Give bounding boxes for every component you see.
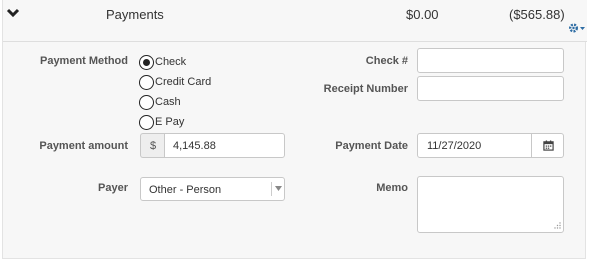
resize-grip-icon[interactable] <box>553 222 561 230</box>
header-amount: $0.00 <box>406 7 439 22</box>
radio-cash[interactable]: Cash <box>139 94 181 110</box>
radio-check[interactable]: Check <box>139 54 186 70</box>
payment-date-label: Payment Date <box>335 140 408 152</box>
payments-panel: Payments $0.00 ($565.88) Payment Method … <box>2 0 587 259</box>
select-divider <box>271 182 272 196</box>
receipt-number-label: Receipt Number <box>323 83 408 95</box>
radio-credit-card-button[interactable] <box>139 74 154 90</box>
chevron-down-icon[interactable] <box>6 8 20 18</box>
calendar-icon <box>543 140 554 151</box>
radio-e-pay-button[interactable] <box>139 114 154 130</box>
memo-textarea[interactable] <box>417 176 564 233</box>
payment-amount-value: 4,145.88 <box>173 140 216 152</box>
calendar-button[interactable] <box>531 133 564 158</box>
check-number-input[interactable] <box>417 48 564 73</box>
radio-e-pay[interactable]: E Pay <box>139 114 184 130</box>
section-title: Payments <box>106 7 164 22</box>
receipt-number-input[interactable] <box>417 76 564 101</box>
payer-select[interactable]: Other - Person <box>140 177 285 201</box>
radio-cash-label: Cash <box>155 96 181 108</box>
payment-amount-input[interactable]: 4,145.88 <box>164 133 285 158</box>
payment-method-label: Payment Method <box>39 55 128 67</box>
radio-credit-card[interactable]: Credit Card <box>139 74 211 90</box>
payment-date-value: 11/27/2020 <box>427 140 482 152</box>
radio-check-button[interactable] <box>139 54 154 70</box>
gear-icon[interactable] <box>568 22 586 34</box>
check-number-label: Check # <box>365 55 408 67</box>
radio-e-pay-label: E Pay <box>155 116 185 128</box>
payer-selected-value: Other - Person <box>149 184 222 196</box>
radio-check-label: Check <box>155 56 187 68</box>
header-balance: ($565.88) <box>509 7 565 22</box>
payments-header[interactable]: Payments $0.00 ($565.88) <box>3 0 587 42</box>
caret-down-icon[interactable] <box>275 186 282 191</box>
payer-label: Payer <box>98 182 128 194</box>
radio-credit-card-label: Credit Card <box>155 76 212 88</box>
payment-amount-label: Payment amount <box>39 140 128 152</box>
currency-addon: $ <box>140 133 165 158</box>
radio-cash-button[interactable] <box>139 94 154 110</box>
memo-label: Memo <box>376 182 408 194</box>
payment-date-input[interactable]: 11/27/2020 <box>417 133 532 158</box>
